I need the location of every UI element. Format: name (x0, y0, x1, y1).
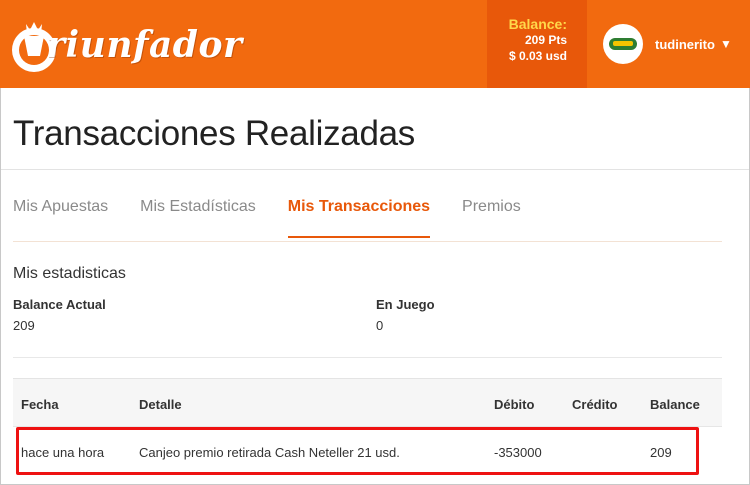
username[interactable]: tudinerito (655, 37, 715, 52)
column-header-detalle: Detalle (139, 397, 182, 412)
balance-usd: $ 0.03 usd (508, 49, 567, 63)
logo-wordmark: riunfador (46, 24, 243, 66)
column-header-debito: Débito (494, 397, 535, 412)
stat-label: Balance Actual (13, 297, 106, 312)
balance-panel: Balance: 209 Pts $ 0.03 usd (487, 0, 587, 88)
stat-en-juego: En Juego 0 (376, 297, 435, 334)
site-logo[interactable]: riunfador (6, 10, 242, 82)
stat-value: 209 (13, 318, 35, 333)
tab-premios[interactable]: Premios (462, 198, 521, 238)
highlight-annotation-box (16, 427, 699, 475)
user-menu[interactable]: tudinerito ▼ (603, 24, 732, 64)
chevron-down-icon[interactable]: ▼ (720, 37, 732, 51)
tab-mis-apuestas[interactable]: Mis Apuestas (13, 198, 108, 238)
avatar-logo-stripe (613, 41, 633, 46)
divider (13, 357, 722, 358)
tab-mis-transacciones[interactable]: Mis Transacciones (287, 198, 431, 238)
stat-balance-actual: Balance Actual 209 (13, 297, 106, 334)
table-header: Fecha Detalle Débito Crédito Balance (13, 378, 722, 426)
stat-value: 0 (376, 318, 384, 333)
column-header-balance: Balance (650, 397, 700, 412)
avatar[interactable] (603, 24, 643, 64)
balance-label: Balance: (508, 16, 567, 32)
stats-heading: Mis estadisticas (13, 265, 126, 282)
divider (13, 241, 722, 242)
tab-mis-estadisticas[interactable]: Mis Estadísticas (140, 198, 256, 238)
tab-bar: Mis Apuestas Mis Estadísticas Mis Transa… (13, 198, 553, 238)
stat-label: En Juego (376, 297, 435, 312)
column-header-credito: Crédito (572, 397, 618, 412)
divider (1, 169, 749, 170)
balance-points: 209 Pts (524, 33, 567, 47)
site-header: riunfador Balance: 209 Pts $ 0.03 usd tu… (0, 0, 750, 88)
page-title: Transacciones Realizadas (13, 114, 415, 153)
column-header-fecha: Fecha (21, 397, 59, 412)
